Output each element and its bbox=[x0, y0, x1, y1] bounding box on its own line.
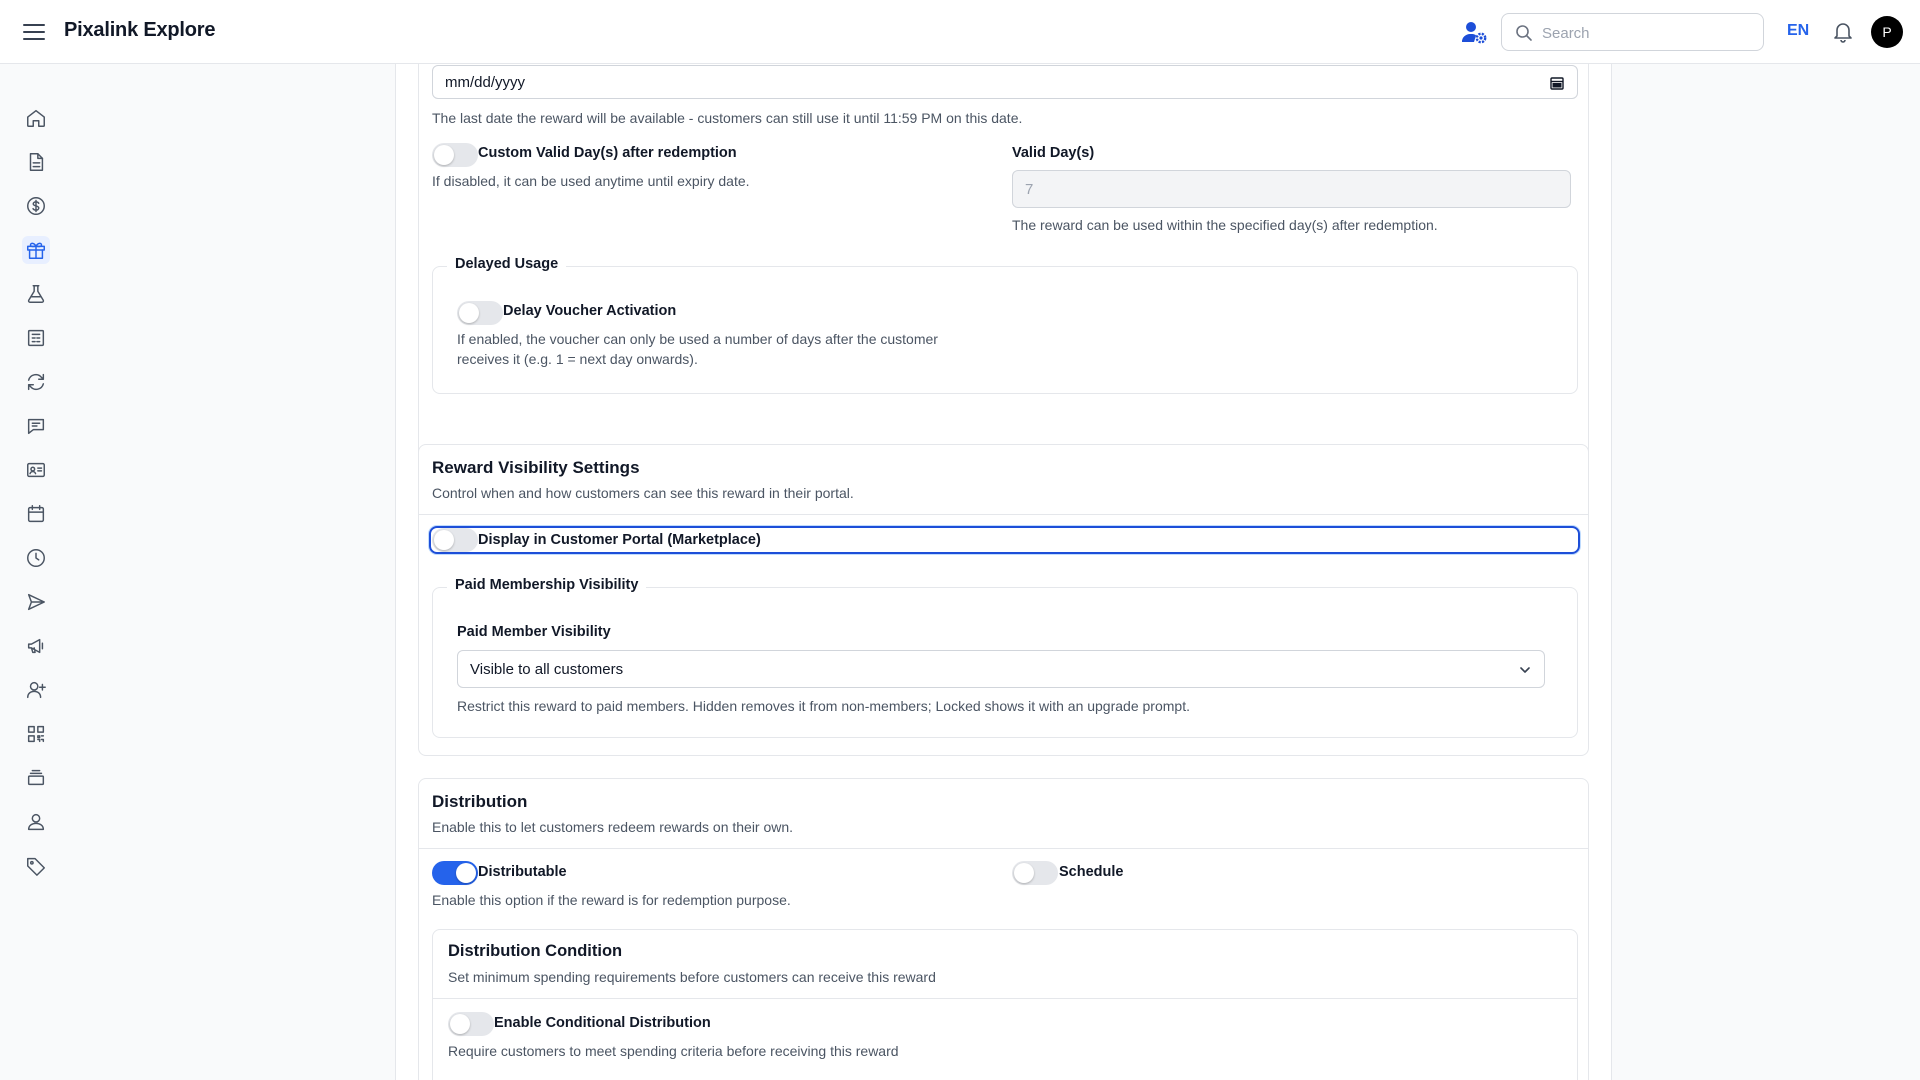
distribution-condition-card: Distribution Condition Set minimum spend… bbox=[432, 929, 1578, 1080]
user-settings-icon[interactable] bbox=[1460, 18, 1488, 46]
divider bbox=[433, 998, 1577, 999]
menu-icon[interactable] bbox=[22, 22, 46, 42]
top-bar: Pixalink Explore EN P bbox=[0, 0, 1920, 64]
home-icon[interactable] bbox=[22, 104, 50, 132]
date-value: mm/dd/yyyy bbox=[445, 74, 526, 91]
user-plus-icon[interactable] bbox=[22, 676, 50, 704]
newspaper-icon[interactable] bbox=[22, 324, 50, 352]
custom-valid-days-hint: If disabled, it can be used anytime unti… bbox=[432, 173, 750, 189]
display-portal-label: Display in Customer Portal (Marketplace) bbox=[478, 532, 761, 548]
avatar[interactable]: P bbox=[1871, 16, 1903, 48]
validity-card: mm/dd/yyyy The last date the reward will… bbox=[418, 64, 1589, 486]
paid-member-visibility-label: Paid Member Visibility bbox=[457, 624, 611, 640]
calendar-icon[interactable] bbox=[22, 500, 50, 528]
calendar-picker-icon[interactable] bbox=[1549, 75, 1565, 91]
delayed-usage-group: Delayed Usage Delay Voucher Activation I… bbox=[432, 256, 1578, 394]
visibility-card: Reward Visibility Settings Control when … bbox=[418, 444, 1589, 756]
distribution-condition-title: Distribution Condition bbox=[448, 942, 623, 960]
delayed-usage-legend: Delayed Usage bbox=[447, 256, 567, 272]
id-card-icon[interactable] bbox=[22, 456, 50, 484]
conditional-distribution-toggle[interactable] bbox=[448, 1012, 494, 1036]
bell-icon[interactable] bbox=[1832, 20, 1854, 44]
divider bbox=[419, 848, 1588, 849]
distributable-label: Distributable bbox=[478, 864, 567, 880]
paid-member-visibility-hint: Restrict this reward to paid members. Hi… bbox=[457, 698, 1190, 714]
document-icon[interactable] bbox=[22, 148, 50, 176]
valid-days-input: 7 bbox=[1012, 170, 1571, 208]
flask-icon[interactable] bbox=[22, 280, 50, 308]
user-icon[interactable] bbox=[22, 808, 50, 836]
search-icon bbox=[1516, 25, 1532, 41]
send-icon[interactable] bbox=[22, 588, 50, 616]
delay-activation-toggle[interactable] bbox=[457, 301, 503, 325]
divider bbox=[419, 514, 1588, 515]
conditional-distribution-label: Enable Conditional Distribution bbox=[494, 1015, 711, 1031]
sidebar bbox=[0, 64, 72, 1080]
valid-days-hint: The reward can be used within the specif… bbox=[1012, 217, 1438, 233]
display-portal-toggle[interactable] bbox=[432, 528, 478, 552]
refresh-icon[interactable] bbox=[22, 368, 50, 396]
visibility-subtitle: Control when and how customers can see t… bbox=[432, 485, 854, 501]
app-title: Pixalink Explore bbox=[64, 19, 216, 41]
language-switcher[interactable]: EN bbox=[1787, 22, 1809, 40]
distribution-subtitle: Enable this to let customers redeem rewa… bbox=[432, 819, 794, 835]
search-input[interactable] bbox=[1542, 22, 1752, 44]
schedule-label: Schedule bbox=[1059, 864, 1124, 880]
paid-member-visibility-value: Visible to all customers bbox=[470, 661, 624, 678]
valid-days-value: 7 bbox=[1025, 181, 1034, 198]
display-portal-row[interactable]: Display in Customer Portal (Marketplace) bbox=[429, 526, 1580, 554]
valid-days-label: Valid Day(s) bbox=[1012, 145, 1095, 161]
visibility-title: Reward Visibility Settings bbox=[432, 458, 640, 477]
stack-icon[interactable] bbox=[22, 764, 50, 792]
search-box[interactable] bbox=[1501, 13, 1764, 51]
clock-icon[interactable] bbox=[22, 544, 50, 572]
delay-activation-hint-line2: receives it (e.g. 1 = next day onwards). bbox=[457, 351, 698, 367]
paid-member-visibility-select[interactable]: Visible to all customers bbox=[457, 650, 1545, 688]
delay-activation-hint-line1: If enabled, the voucher can only be used… bbox=[457, 331, 938, 347]
distributable-toggle[interactable] bbox=[432, 861, 478, 885]
qr-code-icon[interactable] bbox=[22, 720, 50, 748]
paid-membership-group: Paid Membership Visibility Paid Member V… bbox=[432, 577, 1578, 738]
paid-membership-legend: Paid Membership Visibility bbox=[447, 577, 647, 593]
distribution-condition-subtitle: Set minimum spending requirements before… bbox=[448, 969, 936, 985]
main-content: mm/dd/yyyy The last date the reward will… bbox=[395, 64, 1612, 1080]
distribution-title: Distribution bbox=[432, 792, 528, 811]
conditional-distribution-hint: Require customers to meet spending crite… bbox=[448, 1043, 899, 1059]
schedule-toggle[interactable] bbox=[1012, 861, 1058, 885]
tag-icon[interactable] bbox=[22, 852, 50, 880]
custom-valid-days-toggle[interactable] bbox=[432, 143, 478, 167]
delay-activation-label: Delay Voucher Activation bbox=[503, 303, 677, 319]
megaphone-icon[interactable] bbox=[22, 632, 50, 660]
gift-icon[interactable] bbox=[22, 236, 50, 264]
custom-valid-days-label: Custom Valid Day(s) after redemption bbox=[478, 145, 737, 161]
dollar-icon[interactable] bbox=[22, 192, 50, 220]
distributable-hint: Enable this option if the reward is for … bbox=[432, 892, 791, 908]
chevron-down-icon bbox=[1520, 667, 1530, 673]
chat-icon[interactable] bbox=[22, 412, 50, 440]
expiry-date-input[interactable]: mm/dd/yyyy bbox=[432, 65, 1578, 99]
distribution-card: Distribution Enable this to let customer… bbox=[418, 778, 1589, 1080]
expiry-date-hint: The last date the reward will be availab… bbox=[432, 110, 1023, 126]
